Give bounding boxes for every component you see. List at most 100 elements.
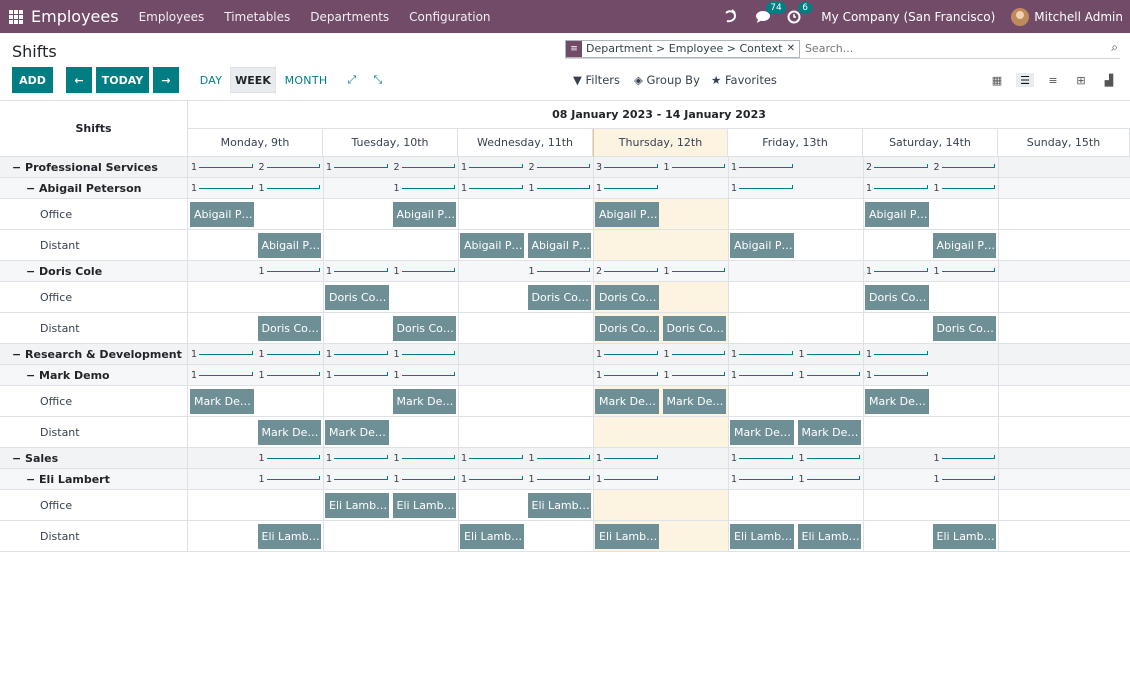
- shift-count: 1: [191, 161, 253, 173]
- day-divider: [593, 344, 594, 364]
- shift-pill[interactable]: Abigail P…: [730, 233, 794, 258]
- gantt-view-icon[interactable]: ☰: [1016, 73, 1034, 87]
- menu-timetables[interactable]: Timetables: [224, 10, 290, 24]
- remove-facet-icon[interactable]: ✕: [787, 43, 799, 54]
- day-divider: [728, 417, 729, 447]
- row-label[interactable]: − Sales: [0, 448, 188, 468]
- previous-button[interactable]: ←: [66, 67, 92, 93]
- menu-employees[interactable]: Employees: [139, 10, 205, 24]
- shift-pill[interactable]: Abigail P…: [392, 202, 456, 227]
- calendar-view-icon[interactable]: ▦: [988, 73, 1006, 87]
- add-button[interactable]: ADD: [12, 67, 53, 93]
- shift-pill[interactable]: Doris Co…: [595, 285, 659, 310]
- shift-pill[interactable]: Eli Lamb…: [257, 524, 321, 549]
- day-divider: [458, 344, 459, 364]
- shift-pill[interactable]: Mark De…: [257, 420, 321, 445]
- groupby-button[interactable]: ◈ Group By: [634, 73, 700, 87]
- shift-count-bar: [266, 350, 321, 355]
- messages-icon[interactable]: 74: [755, 1, 786, 24]
- shift-count-value: 2: [258, 161, 265, 173]
- shift-pill[interactable]: Eli Lamb…: [730, 524, 794, 549]
- shift-pill[interactable]: Abigail P…: [190, 202, 254, 227]
- user-menu[interactable]: Mitchell Admin: [1034, 10, 1123, 24]
- shift-pill[interactable]: Mark De…: [662, 389, 726, 414]
- shift-count-bar: [671, 371, 726, 376]
- menu-configuration[interactable]: Configuration: [409, 10, 490, 24]
- collapse-icon[interactable]: ⤡: [368, 67, 388, 93]
- shift-pill[interactable]: Abigail P…: [595, 202, 659, 227]
- shift-count-value: 1: [191, 348, 198, 360]
- shift-count-value: 1: [731, 369, 738, 381]
- shift-pill[interactable]: Doris Co…: [527, 285, 591, 310]
- shift-pill[interactable]: Mark De…: [325, 420, 389, 445]
- context-row: Distant Mark De… Mark De… Mark De… Mark De…: [0, 417, 1130, 448]
- shift-count-bar: [536, 184, 591, 189]
- app-name[interactable]: Employees: [31, 7, 119, 26]
- company-switcher[interactable]: My Company (San Francisco): [821, 10, 995, 24]
- day-divider: [593, 448, 594, 468]
- shift-pill[interactable]: Abigail P…: [460, 233, 524, 258]
- graph-view-icon[interactable]: ▟: [1100, 73, 1118, 87]
- list-view-icon[interactable]: ≡: [1044, 73, 1062, 87]
- search-icon[interactable]: ⌕: [1111, 40, 1118, 55]
- shift-pill[interactable]: Eli Lamb…: [595, 524, 659, 549]
- scale-day[interactable]: DAY: [196, 67, 226, 93]
- shift-pill[interactable]: Mark De…: [392, 389, 456, 414]
- row-label[interactable]: − Mark Demo: [0, 365, 188, 385]
- shift-count: 1: [529, 182, 591, 194]
- pivot-view-icon[interactable]: ⊞: [1072, 73, 1090, 87]
- menu-departments[interactable]: Departments: [310, 10, 389, 24]
- row-label[interactable]: − Research & Development: [0, 344, 188, 364]
- shift-pill[interactable]: Abigail P…: [865, 202, 929, 227]
- shift-pill[interactable]: Eli Lamb…: [325, 493, 389, 518]
- day-divider: [863, 521, 864, 551]
- day-divider: [593, 521, 594, 551]
- row-label[interactable]: − Abigail Peterson: [0, 178, 188, 198]
- row-label[interactable]: − Professional Services: [0, 157, 188, 177]
- context-row: Office Abigail P… Abigail P… Abigail P… Abig…: [0, 199, 1130, 230]
- shift-count-value: 2: [393, 161, 400, 173]
- filters-button[interactable]: ▼ Filters: [573, 73, 620, 87]
- shift-pill[interactable]: Doris Co…: [662, 316, 726, 341]
- shift-count-value: 3: [596, 161, 603, 173]
- shift-pill[interactable]: Doris Co…: [932, 316, 996, 341]
- day-divider: [593, 386, 594, 416]
- shift-pill[interactable]: Mark De…: [730, 420, 794, 445]
- shift-count-value: 2: [866, 161, 873, 173]
- app-menu-icon[interactable]: [9, 9, 23, 24]
- shift-pill[interactable]: Eli Lamb…: [460, 524, 524, 549]
- user-avatar[interactable]: [1011, 7, 1030, 26]
- shift-pill[interactable]: Doris Co…: [325, 285, 389, 310]
- today-button[interactable]: TODAY: [96, 67, 149, 93]
- shift-pill[interactable]: Abigail P…: [257, 233, 321, 258]
- shift-pill[interactable]: Doris Co…: [595, 316, 659, 341]
- shift-pill[interactable]: Mark De…: [797, 420, 861, 445]
- shift-pill[interactable]: Abigail P…: [932, 233, 996, 258]
- row-label[interactable]: − Eli Lambert: [0, 469, 188, 489]
- shift-pill[interactable]: Eli Lamb…: [797, 524, 861, 549]
- shift-pill[interactable]: Abigail P…: [527, 233, 591, 258]
- shift-pill[interactable]: Doris Co…: [257, 316, 321, 341]
- shift-pill[interactable]: Doris Co…: [865, 285, 929, 310]
- row-label[interactable]: − Doris Cole: [0, 261, 188, 281]
- scale-week[interactable]: WEEK: [230, 67, 276, 93]
- shift-count: 1: [259, 265, 321, 277]
- shift-pill[interactable]: Eli Lamb…: [932, 524, 996, 549]
- scale-month[interactable]: MONTH: [282, 67, 330, 93]
- shift-pill[interactable]: Mark De…: [865, 389, 929, 414]
- shift-pill[interactable]: Eli Lamb…: [527, 493, 591, 518]
- debug-icon[interactable]: [723, 8, 739, 25]
- activity-icon[interactable]: 6: [787, 1, 813, 24]
- shift-pill[interactable]: Eli Lamb…: [392, 493, 456, 518]
- shift-count-value: 1: [866, 348, 873, 360]
- shift-pill[interactable]: Mark De…: [595, 389, 659, 414]
- day-divider: [323, 469, 324, 489]
- next-button[interactable]: →: [153, 67, 179, 93]
- view-switcher: ▦ ☰ ≡ ⊞ ▟: [988, 73, 1118, 87]
- shift-count: 1: [799, 473, 861, 485]
- expand-icon[interactable]: ⤢: [342, 67, 362, 93]
- favorites-button[interactable]: ★ Favorites: [711, 73, 777, 87]
- shift-pill[interactable]: Mark De…: [190, 389, 254, 414]
- search-input[interactable]: [804, 42, 1120, 55]
- shift-pill[interactable]: Doris Co…: [392, 316, 456, 341]
